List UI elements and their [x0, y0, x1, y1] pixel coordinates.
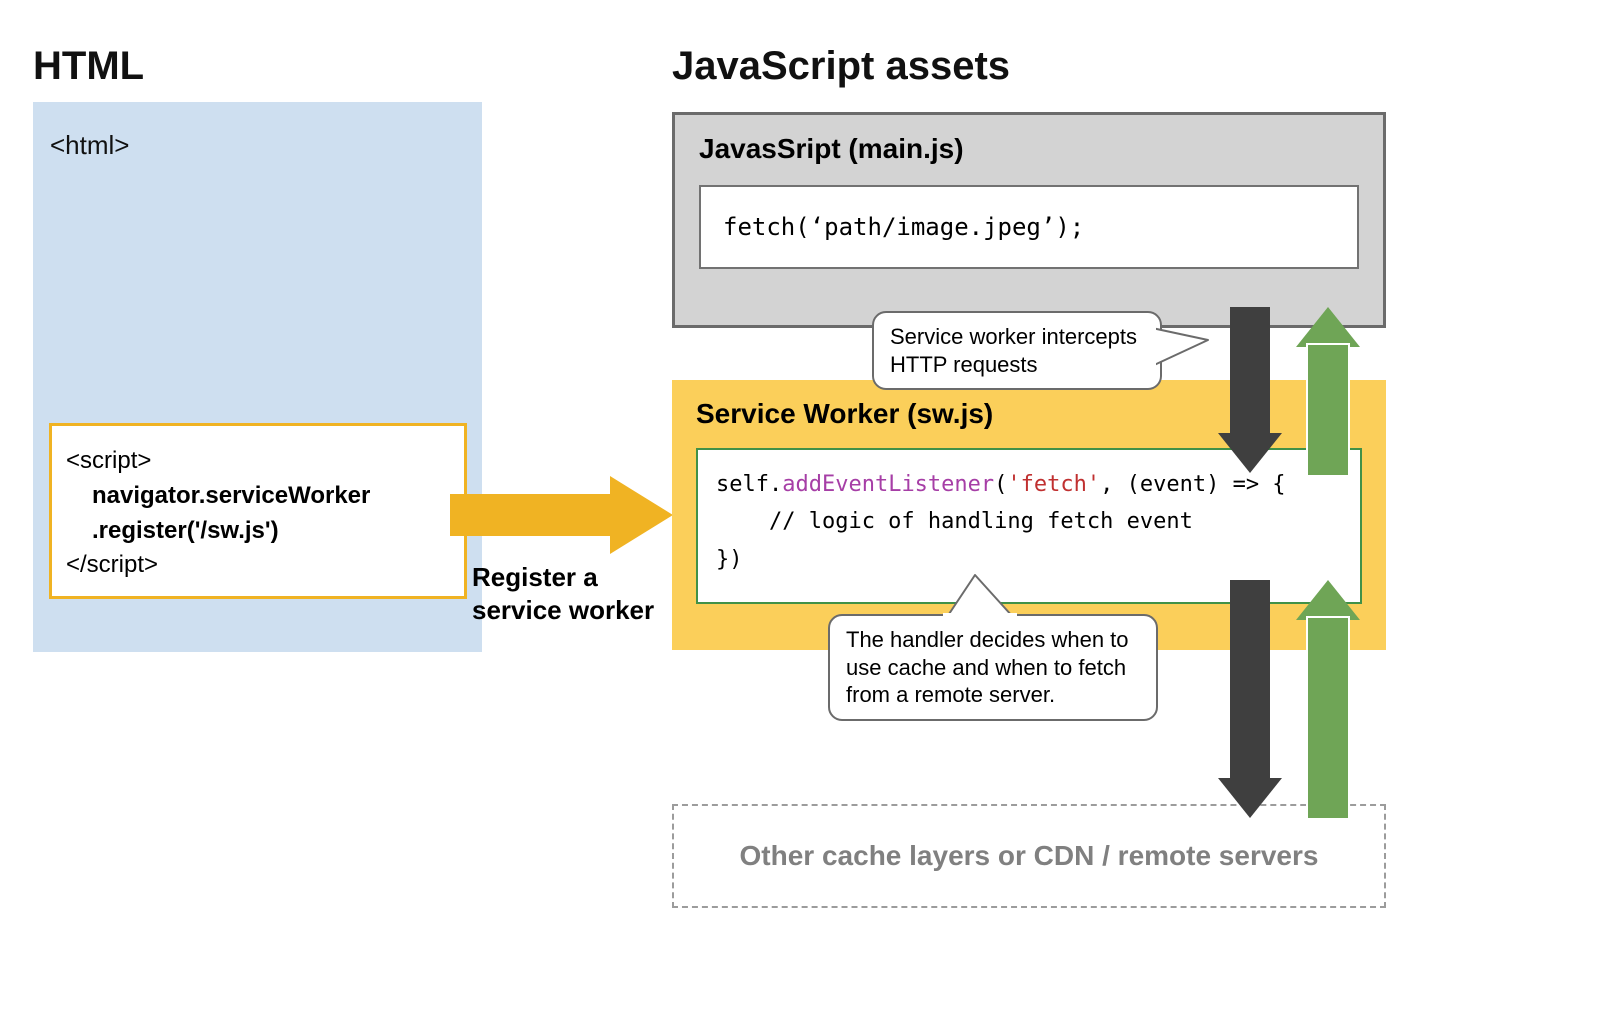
html-tag-label: <html> [50, 130, 130, 161]
callout-decision: The handler decides when to use cache an… [828, 614, 1158, 721]
remote-servers-box: Other cache layers or CDN / remote serve… [672, 804, 1386, 908]
script-line-2: .register('/sw.js') [66, 514, 450, 549]
heading-html: HTML [33, 44, 144, 89]
callout-intercept: Service worker intercepts HTTP requests [872, 311, 1162, 390]
callout-tail-icon [935, 573, 1025, 619]
html-script-block: <script> navigator.serviceWorker .regist… [49, 423, 467, 599]
script-line-1: navigator.serviceWorker [66, 479, 450, 514]
mainjs-container: JavasSript (main.js) fetch(‘path/image.j… [672, 112, 1386, 328]
script-open-tag: <script> [66, 444, 450, 479]
remote-servers-label: Other cache layers or CDN / remote serve… [740, 840, 1319, 872]
register-arrow-label: Register a service worker [472, 561, 654, 626]
script-close-tag: </script> [66, 548, 450, 583]
sw-container: Service Worker (sw.js) self.addEventList… [672, 380, 1386, 650]
mainjs-title: JavasSript (main.js) [699, 133, 1359, 165]
mainjs-code-block: fetch(‘path/image.jpeg’); [699, 185, 1359, 269]
heading-js-assets: JavaScript assets [672, 44, 1010, 89]
diagram-stage: HTML JavaScript assets <html> <script> n… [0, 0, 1600, 1032]
callout-intercept-text: Service worker intercepts HTTP requests [890, 324, 1137, 377]
callout-tail-icon [1150, 322, 1210, 372]
register-arrow-icon [450, 476, 673, 554]
callout-decision-text: The handler decides when to use cache an… [846, 627, 1129, 707]
